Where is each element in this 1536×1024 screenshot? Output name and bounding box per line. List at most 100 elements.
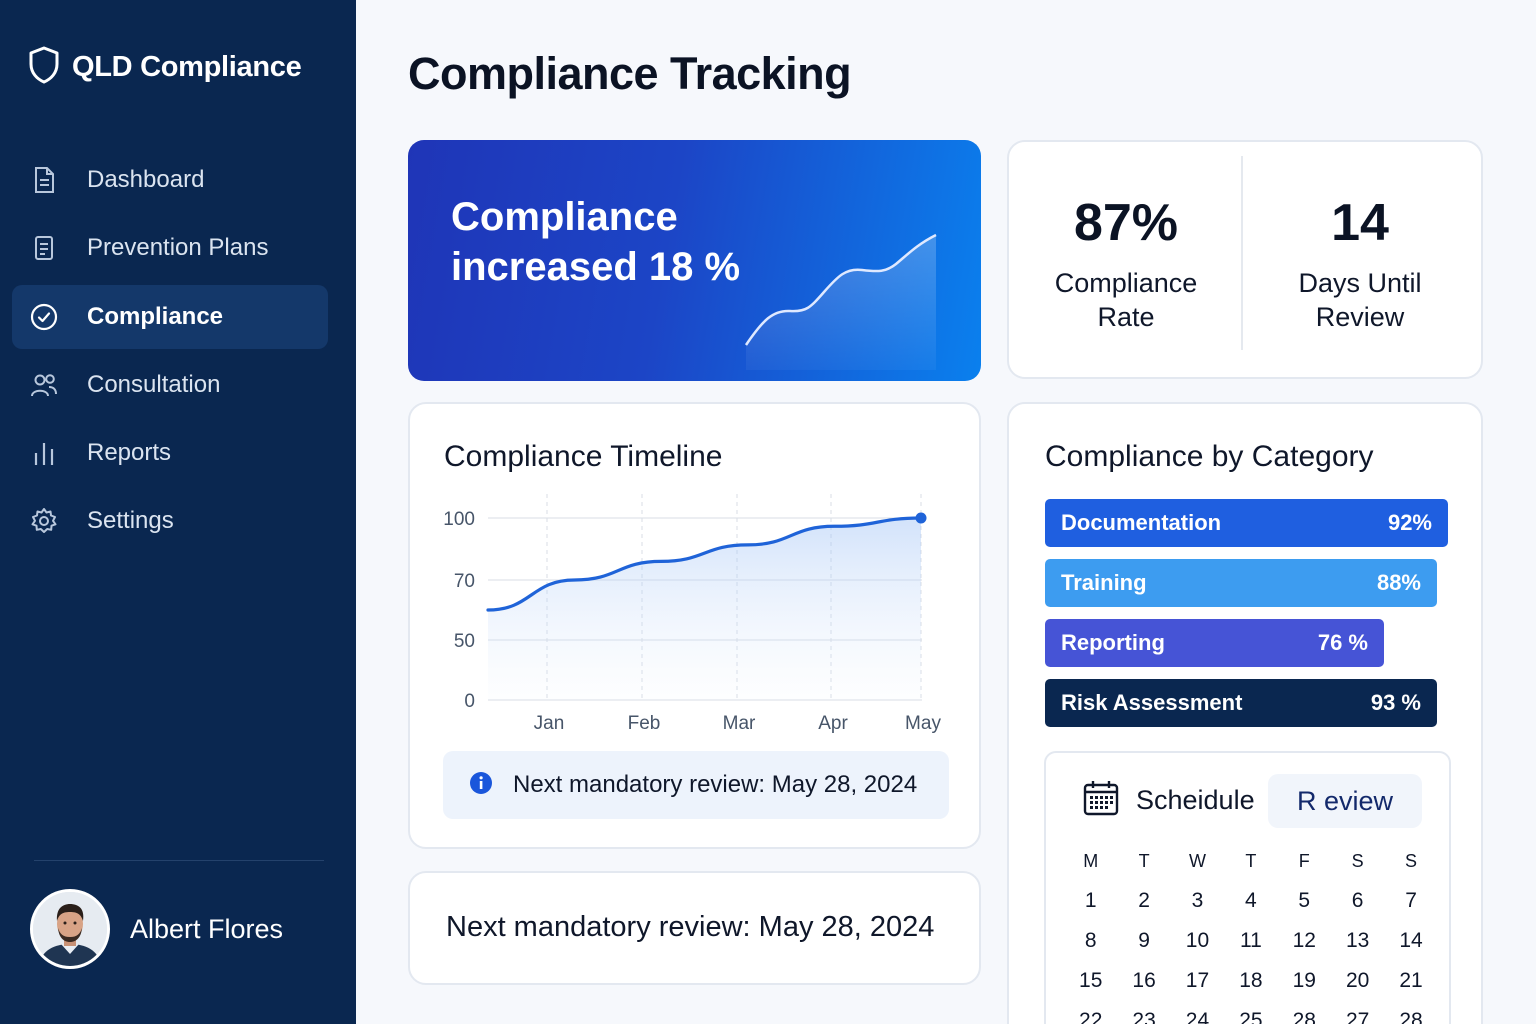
compliance-by-category-card: Compliance by Category Documentation 92%… xyxy=(1007,402,1483,1024)
weekday-label: W xyxy=(1188,850,1206,871)
calendar-day[interactable]: 16 xyxy=(1117,969,1170,993)
sidebar-item-prevention-plans[interactable]: Prevention Plans xyxy=(12,216,328,280)
sidebar: QLD Compliance Dashboard Prevention Plan… xyxy=(0,0,356,1024)
app-title: QLD Compliance xyxy=(72,51,302,83)
weekday-label: F xyxy=(1298,850,1310,871)
review-button[interactable]: R eview xyxy=(1268,774,1422,828)
x-tick-label: Mar xyxy=(723,713,756,734)
sidebar-nav: Dashboard Prevention Plans Compliance Co… xyxy=(12,148,328,558)
calendar-day[interactable]: 17 xyxy=(1171,969,1224,993)
calendar-day[interactable]: 20 xyxy=(1331,969,1384,993)
next-review-card: Next mandatory review: May 28, 2024 xyxy=(408,871,981,985)
calendar-week: 8 9 10 11 12 13 14 xyxy=(1064,921,1438,961)
bar-chart-icon xyxy=(30,439,58,467)
calendar-day[interactable]: 22 xyxy=(1064,1009,1117,1024)
calendar-day[interactable]: 21 xyxy=(1384,969,1437,993)
calendar-day[interactable]: 6 xyxy=(1331,889,1384,913)
calendar-day[interactable]: 7 xyxy=(1384,889,1437,913)
sidebar-item-label: Settings xyxy=(87,507,174,535)
calendar-day[interactable]: 23 xyxy=(1117,1009,1170,1024)
calendar-day[interactable]: 2 xyxy=(1117,889,1170,913)
timeline-endpoint xyxy=(915,512,927,524)
calendar-week: 15 16 17 18 19 20 21 xyxy=(1064,961,1438,1001)
document-icon xyxy=(30,166,58,194)
calendar-day[interactable]: 5 xyxy=(1278,889,1331,913)
calendar-week: 22 23 24 25 28 27 28 xyxy=(1064,1001,1438,1024)
weekday-label: S xyxy=(1351,850,1364,871)
category-label: Reporting xyxy=(1061,630,1165,655)
sidebar-item-reports[interactable]: Reports xyxy=(12,421,328,485)
days-until-review-stat: 14 Days Until Review xyxy=(1243,142,1477,377)
schedule-header: Scheidule xyxy=(1082,779,1255,822)
sidebar-item-consultation[interactable]: Consultation xyxy=(12,353,328,417)
calendar-day[interactable]: 28 xyxy=(1384,1009,1437,1024)
calendar-day[interactable]: 9 xyxy=(1117,929,1170,953)
calendar-grid: M T W T F S S 1 2 3 4 5 6 7 8 9 10 11 12 13 14 15 16 17 18 19 20 21… xyxy=(1064,841,1438,1024)
calendar-day[interactable]: 15 xyxy=(1064,969,1117,993)
compliance-increase-banner: Compliance increased 18 % xyxy=(408,140,981,381)
category-bar-documentation: Documentation 92% xyxy=(1045,499,1448,547)
stat-label: Days Until Review xyxy=(1298,268,1422,332)
weekday-label: S xyxy=(1405,850,1418,871)
sidebar-item-settings[interactable]: Settings xyxy=(12,489,328,553)
calendar-day[interactable]: 27 xyxy=(1331,1009,1384,1024)
sidebar-item-label: Dashboard xyxy=(87,166,205,193)
timeline-chart: 0 50 70 100 Jan Feb Mar Apr May xyxy=(443,494,941,734)
hero-text: Compliance increased 18 % xyxy=(451,195,741,289)
calendar-day[interactable]: 28 xyxy=(1278,1009,1331,1024)
weekday-label: T xyxy=(1138,850,1150,871)
card-title: Compliance Timeline xyxy=(444,440,723,473)
users-icon xyxy=(30,371,58,399)
weekday-label: M xyxy=(1083,850,1099,871)
sidebar-item-label: Consultation xyxy=(87,370,221,398)
stat-label: Compliance Rate xyxy=(1054,268,1198,332)
calendar-weekdays: MTWTFSS xyxy=(1064,841,1438,881)
calendar-day[interactable]: 19 xyxy=(1278,969,1331,993)
calendar-day[interactable]: 14 xyxy=(1384,929,1437,953)
sidebar-item-dashboard[interactable]: Dashboard xyxy=(12,148,328,212)
category-percent: 92% xyxy=(1387,510,1432,535)
user-profile[interactable]: Albert Flores xyxy=(30,889,283,969)
timeline-area xyxy=(488,518,921,700)
category-bar-training: Training 88% xyxy=(1045,559,1437,607)
calendar-day[interactable]: 4 xyxy=(1224,889,1277,913)
compliance-rate-stat: 87% Compliance Rate xyxy=(1009,142,1243,377)
compliance-timeline-card: Compliance Timeline 0 50 70 100 Jan Feb Mar Apr… xyxy=(408,402,981,849)
calendar-day[interactable]: 25 xyxy=(1224,1009,1277,1024)
category-bar-risk-assessment: Risk Assessment 93 % xyxy=(1045,679,1437,727)
user-name: Albert Flores xyxy=(130,913,284,944)
schedule-title: Scheidule xyxy=(1136,785,1255,815)
calendar-day[interactable]: 1 xyxy=(1064,889,1117,913)
calendar-day[interactable]: 11 xyxy=(1224,929,1277,953)
category-label: Training xyxy=(1061,570,1147,595)
x-tick-label: Feb xyxy=(628,713,661,734)
calendar-day[interactable]: 18 xyxy=(1224,969,1277,993)
calendar-week: 1234567 xyxy=(1064,881,1438,921)
weekday-label: T xyxy=(1245,850,1257,871)
sidebar-item-compliance[interactable]: Compliance xyxy=(12,284,328,349)
trend-sparkline xyxy=(744,233,937,370)
calendar-day[interactable]: 8 xyxy=(1064,929,1117,953)
y-tick-label: 100 xyxy=(443,509,475,530)
shield-icon xyxy=(28,46,60,89)
x-tick-label: Jan xyxy=(534,713,565,734)
calendar-day[interactable]: 13 xyxy=(1331,929,1384,953)
calendar-day[interactable]: 3 xyxy=(1171,889,1224,913)
calendar-day[interactable]: 10 xyxy=(1171,929,1224,953)
stat-value: 14 xyxy=(1331,194,1389,252)
brand[interactable]: QLD Compliance xyxy=(28,46,302,89)
schedule-widget: Scheidule R eview M T W T F S S 1 2 3 4 5 6 7 8 9 10 11 12… xyxy=(1044,751,1451,1024)
category-percent: 76 % xyxy=(1317,630,1368,655)
review-info-box: Next mandatory review: May 28, 2024 xyxy=(443,751,949,819)
y-tick-label: 70 xyxy=(454,571,475,592)
clipboard-icon xyxy=(30,234,58,262)
check-circle-icon xyxy=(30,303,58,331)
sidebar-item-label: Reports xyxy=(87,439,172,467)
calendar-day[interactable]: 24 xyxy=(1171,1009,1224,1024)
info-text: Next mandatory review: May 28, 2024 xyxy=(513,771,918,798)
calendar-day[interactable]: 12 xyxy=(1278,929,1331,953)
category-bar-reporting: Reporting 76 % xyxy=(1045,619,1384,667)
category-percent: 93 % xyxy=(1370,690,1421,715)
gear-icon xyxy=(30,507,58,535)
page-title: Compliance Tracking xyxy=(408,48,852,99)
